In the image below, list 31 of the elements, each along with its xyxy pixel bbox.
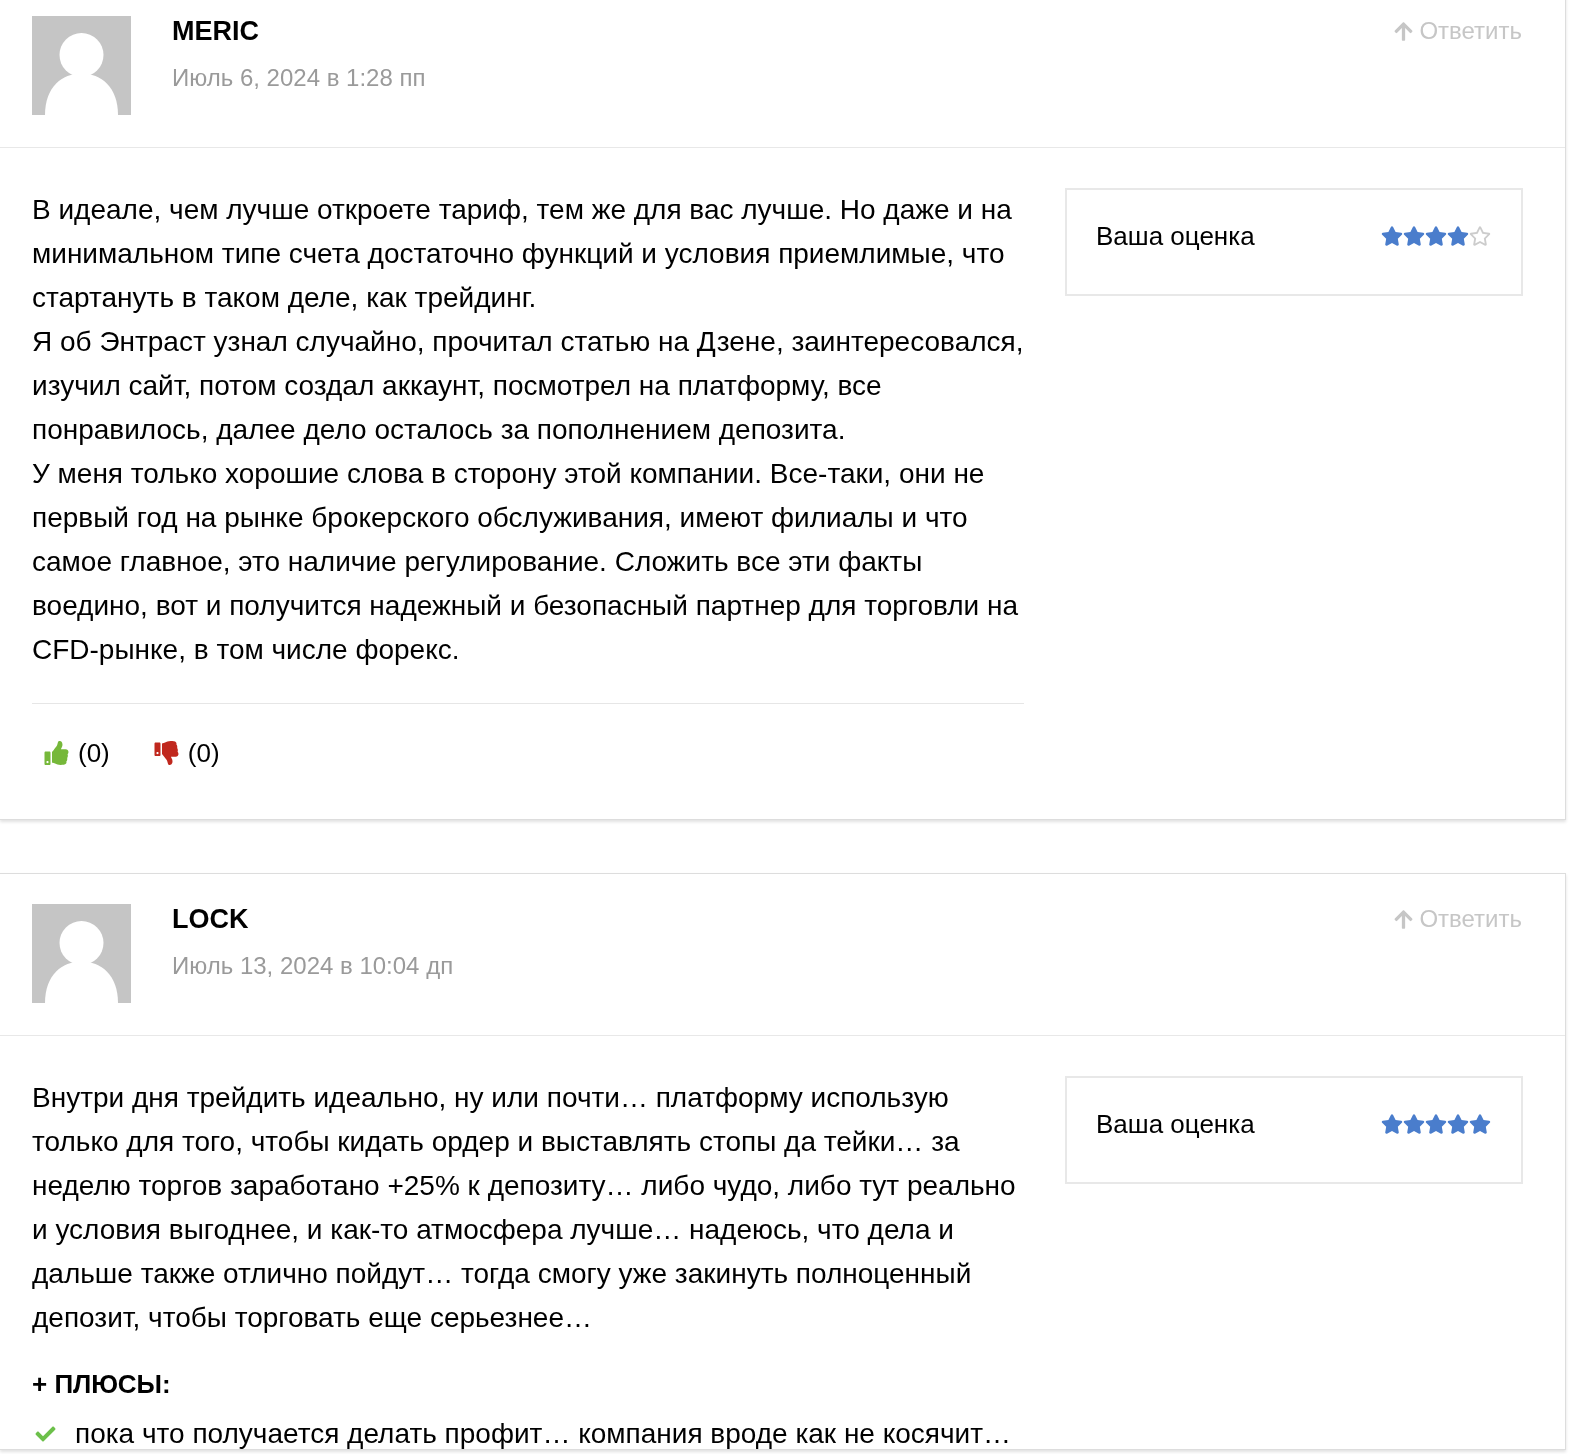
pros-item: пока что получается делать профит… компания вроде как не косячит…: [75, 1419, 1012, 1449]
thumbs-down-icon: [153, 741, 179, 765]
pros-heading: + ПЛЮСЫ:: [32, 1369, 172, 1399]
star-icon: [1403, 225, 1425, 247]
comment-date: Июль 6, 2024 в 1:28 пп: [172, 64, 427, 92]
comment-text: Я об Энтраст узнал случайно, прочитал статью на Дзене, заинтересовался, изучил сайт, потом создал аккаунт, посмотрел на платформу, все понравилось, далее дело осталось за пополнением депозита.: [32, 325, 1024, 447]
arrow-up-icon: [1393, 20, 1415, 42]
comment-text: Внутри дня трейдить идеально, ну или почти… платформу использую только для того, чтобы кидать ордер и выставлять стопы да тейки… за неделю торгов заработано +25% к депозиту… либо чудо, либо тут реально и условия выгоднее, и как-то атмосфера лучше… надеюсь, что дела и дальше также отлично пойдут… тогда смогу уже закинуть полноценный депозит, чтобы торговать еще серьезнее…: [32, 1081, 1017, 1335]
rating-label: Ваша оценка: [1096, 221, 1255, 251]
author-name: MERIC: [172, 16, 260, 46]
dislike-button[interactable]: (0): [153, 738, 220, 768]
star-icon: [1425, 1113, 1447, 1135]
thumbs-up-icon: [44, 741, 69, 765]
star-icon: [1447, 225, 1469, 247]
arrow-up-icon: [1393, 908, 1415, 930]
star-icon: [1447, 1113, 1469, 1135]
author-name: LOCK: [172, 904, 250, 934]
star-icon: [1469, 1113, 1491, 1135]
comment-text: У меня только хорошие слова в сторону этой компании. Все-таки, они не первый год на рынке брокерского обслуживания, имеют филиалы и что самое главное, это наличие регулирование. Сложить все эти факты воедино, вот и получится надежный и безопасный партнер для торговли на CFD-рынке, в том числе форекс.: [32, 457, 1019, 667]
star-icon: [1425, 225, 1447, 247]
user-avatar-icon: [32, 904, 131, 1003]
like-button[interactable]: (0): [44, 738, 110, 768]
comment-date: Июль 13, 2024 в 10:04 дп: [172, 952, 455, 980]
comment-text: В идеале, чем лучше откроете тариф, тем же для вас лучше. Но даже и на минимальном типе счета достаточно функций и условия приемлимые, что стартануть в таком деле, как трейдинг.: [32, 193, 1013, 315]
star-icon: [1381, 1113, 1403, 1135]
star-outline-icon: [1469, 225, 1491, 247]
user-avatar-icon: [32, 16, 131, 115]
check-icon: [33, 1424, 58, 1444]
rating-label: Ваша оценка: [1096, 1109, 1255, 1139]
star-icon: [1403, 1113, 1425, 1135]
star-icon: [1381, 225, 1403, 247]
